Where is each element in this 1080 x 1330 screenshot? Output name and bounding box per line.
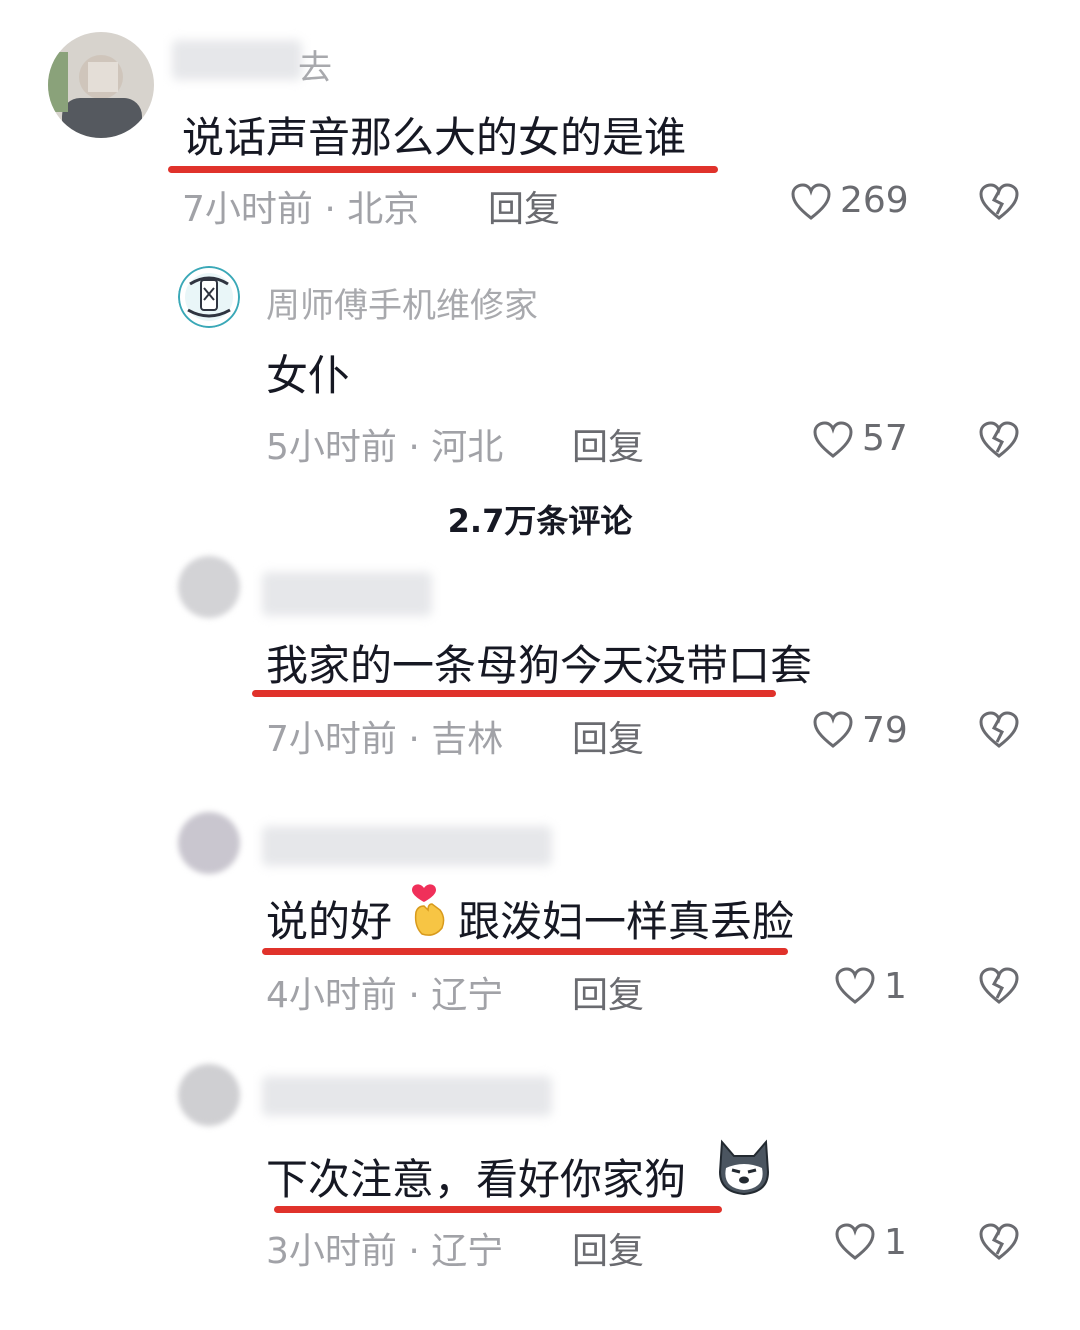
comment-location: 辽宁 bbox=[431, 975, 504, 1016]
like-count: 57 bbox=[862, 418, 908, 459]
username-blur bbox=[262, 826, 552, 866]
comment-text: 下次注意，看好你家狗 bbox=[266, 1155, 687, 1204]
highlight-underline bbox=[252, 690, 776, 697]
meta-separator: · bbox=[312, 189, 348, 230]
username[interactable]: 周师傅手机维修家 bbox=[266, 278, 538, 327]
reply-button[interactable]: 回复 bbox=[488, 180, 560, 232]
like-count: 269 bbox=[840, 180, 909, 221]
like-count: 1 bbox=[884, 1222, 907, 1263]
avatar[interactable] bbox=[178, 812, 240, 874]
avatar[interactable] bbox=[178, 556, 240, 618]
comment-time: 3小时前 bbox=[266, 1231, 397, 1272]
reply-button[interactable]: 回复 bbox=[572, 966, 644, 1018]
husky-dog-emoji bbox=[718, 1139, 770, 1196]
comment-location: 辽宁 bbox=[431, 1231, 504, 1272]
meta-separator: · bbox=[396, 427, 432, 468]
like-count: 79 bbox=[862, 710, 908, 751]
reply-button[interactable]: 回复 bbox=[572, 418, 644, 470]
comment-count-heading: 2.7万条评论 bbox=[447, 502, 633, 540]
heart-outline-icon[interactable] bbox=[834, 1222, 876, 1262]
heart-outline-icon[interactable] bbox=[812, 710, 854, 750]
username-blur bbox=[172, 40, 302, 80]
comment-text: 说的好 bbox=[266, 888, 392, 949]
username-blur bbox=[262, 572, 432, 616]
heart-outline-icon[interactable] bbox=[790, 182, 832, 222]
avatar[interactable] bbox=[48, 32, 154, 138]
comment-meta: 7小时前 · 吉林 bbox=[266, 710, 503, 762]
broken-heart-icon[interactable] bbox=[978, 182, 1020, 222]
comment-text: 我家的一条母狗今天没带口套 bbox=[266, 641, 813, 690]
avatar[interactable] bbox=[178, 1064, 240, 1126]
highlight-underline bbox=[168, 166, 718, 173]
comment-time: 7小时前 bbox=[266, 719, 397, 760]
comment-time: 7小时前 bbox=[182, 189, 313, 230]
finger-heart-emoji bbox=[412, 884, 445, 936]
comment-meta: 5小时前 · 河北 bbox=[266, 418, 503, 470]
comment-location: 吉林 bbox=[431, 719, 504, 760]
meta-separator: · bbox=[396, 1231, 432, 1272]
broken-heart-icon[interactable] bbox=[978, 420, 1020, 460]
phone-repair-icon[interactable] bbox=[178, 266, 240, 328]
meta-separator: · bbox=[396, 719, 432, 760]
comment-meta: 3小时前 · 辽宁 bbox=[266, 1222, 503, 1274]
comment-text-after-emoji: 跟泼妇一样真丢脸 bbox=[458, 897, 795, 946]
comment-location: 北京 bbox=[347, 189, 420, 230]
broken-heart-icon[interactable] bbox=[978, 966, 1020, 1006]
comment-time: 4小时前 bbox=[266, 975, 397, 1016]
comment-time: 5小时前 bbox=[266, 427, 397, 468]
highlight-underline bbox=[262, 948, 788, 955]
reply-button[interactable]: 回复 bbox=[572, 710, 644, 762]
comment-meta: 4小时前 · 辽宁 bbox=[266, 966, 503, 1018]
like-count: 1 bbox=[884, 966, 907, 1007]
reply-button[interactable]: 回复 bbox=[572, 1222, 644, 1274]
heart-outline-icon[interactable] bbox=[834, 966, 876, 1006]
comment-text-before-emoji: 说的好 bbox=[266, 897, 393, 946]
broken-heart-icon[interactable] bbox=[978, 1222, 1020, 1262]
comment-location: 河北 bbox=[431, 427, 504, 468]
meta-separator: · bbox=[396, 975, 432, 1016]
username-blur bbox=[262, 1076, 552, 1116]
comment-text: 说话声音那么大的女的是谁 bbox=[182, 113, 687, 162]
username[interactable]: 去 bbox=[298, 40, 332, 89]
comment-meta: 7小时前 · 北京 bbox=[182, 180, 419, 232]
heart-outline-icon[interactable] bbox=[812, 420, 854, 460]
broken-heart-icon[interactable] bbox=[978, 710, 1020, 750]
comment-text: 女仆 bbox=[266, 351, 351, 400]
highlight-underline bbox=[274, 1206, 722, 1213]
